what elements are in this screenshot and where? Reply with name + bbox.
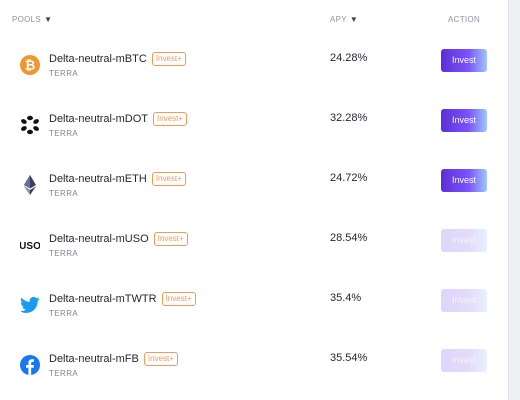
apy-header-label: APY xyxy=(330,15,347,24)
invest-plus-badge: Invest+ xyxy=(161,292,196,306)
apy-value: 24.28% xyxy=(330,52,368,64)
svg-text:₿: ₿ xyxy=(25,59,36,74)
polkadot-icon xyxy=(20,115,40,135)
ethereum-icon xyxy=(20,175,40,195)
invest-plus-badge: Invest+ xyxy=(151,172,186,186)
invest-button[interactable]: Invest xyxy=(441,349,487,372)
invest-button[interactable]: Invest xyxy=(441,229,487,252)
table-row: Delta-neutral-mETH Invest+ TERRA 24.72% I… xyxy=(0,162,508,222)
table-header: POOLS ▼ APY ▼ ACTION xyxy=(0,0,508,30)
apy-value: 24.72% xyxy=(330,172,368,184)
apy-sort-caret-icon[interactable]: ▼ xyxy=(350,15,358,24)
pool-name: Delta-neutral-mDOT Invest+ xyxy=(49,112,188,126)
table-row: Delta-neutral-mDOT Invest+ TERRA 32.28% I… xyxy=(0,102,508,162)
table-row: ₿ Delta-neutral-mBTC Invest+ TERRA 24.28%… xyxy=(0,42,508,102)
uso-icon: USO xyxy=(20,235,40,255)
pool-name: Delta-neutral-mETH Invest+ xyxy=(49,172,186,186)
table-row: USO Delta-neutral-mUSO Invest+ TERRA 28.5… xyxy=(0,222,508,282)
chain-label: TERRA xyxy=(49,129,79,138)
pool-name: Delta-neutral-mTWTR Invest+ xyxy=(49,292,196,306)
apy-value: 35.4% xyxy=(330,292,362,304)
invest-plus-badge: Invest+ xyxy=(151,52,186,66)
table-row: Delta-neutral-mFB Invest+ TERRA 35.54% In… xyxy=(0,342,508,400)
pools-sort-caret-icon[interactable]: ▼ xyxy=(44,15,52,24)
action-column-header: ACTION xyxy=(448,15,480,24)
pools-column-header[interactable]: POOLS ▼ xyxy=(12,15,52,24)
chain-label: TERRA xyxy=(49,189,79,198)
apy-value: 28.54% xyxy=(330,232,368,244)
pools-header-label: POOLS xyxy=(12,15,42,24)
pool-name-label: Delta-neutral-mETH xyxy=(49,173,147,185)
apy-value: 35.54% xyxy=(330,352,368,364)
pool-name-label: Delta-neutral-mDOT xyxy=(49,113,149,125)
apy-column-header[interactable]: APY ▼ xyxy=(330,15,358,24)
panel-divider xyxy=(508,0,509,400)
chain-label: TERRA xyxy=(49,309,79,318)
pool-name-label: Delta-neutral-mFB xyxy=(49,353,139,365)
invest-plus-badge: Invest+ xyxy=(143,352,178,366)
uso-icon-text: USO xyxy=(20,241,40,252)
invest-plus-badge: Invest+ xyxy=(153,112,188,126)
pool-name: Delta-neutral-mBTC Invest+ xyxy=(49,52,186,66)
pool-name-label: Delta-neutral-mBTC xyxy=(49,53,147,65)
action-header-label: ACTION xyxy=(448,15,481,24)
invest-button[interactable]: Invest xyxy=(441,289,487,312)
chain-label: TERRA xyxy=(49,69,79,78)
invest-button[interactable]: Invest xyxy=(441,169,487,192)
scrollbar-track[interactable] xyxy=(508,0,520,400)
pool-name-label: Delta-neutral-mUSO xyxy=(49,233,149,245)
chain-label: TERRA xyxy=(49,369,79,378)
apy-value: 32.28% xyxy=(330,112,368,124)
invest-button[interactable]: Invest xyxy=(441,49,487,72)
twitter-icon xyxy=(20,295,40,315)
pool-name: Delta-neutral-mUSO Invest+ xyxy=(49,232,188,246)
chain-label: TERRA xyxy=(49,249,79,258)
invest-button[interactable]: Invest xyxy=(441,109,487,132)
bitcoin-icon: ₿ xyxy=(20,55,40,75)
pool-name-label: Delta-neutral-mTWTR xyxy=(49,293,157,305)
pool-name: Delta-neutral-mFB Invest+ xyxy=(49,352,178,366)
facebook-icon xyxy=(20,355,40,375)
table-row: Delta-neutral-mTWTR Invest+ TERRA 35.4% I… xyxy=(0,282,508,342)
invest-plus-badge: Invest+ xyxy=(153,232,188,246)
